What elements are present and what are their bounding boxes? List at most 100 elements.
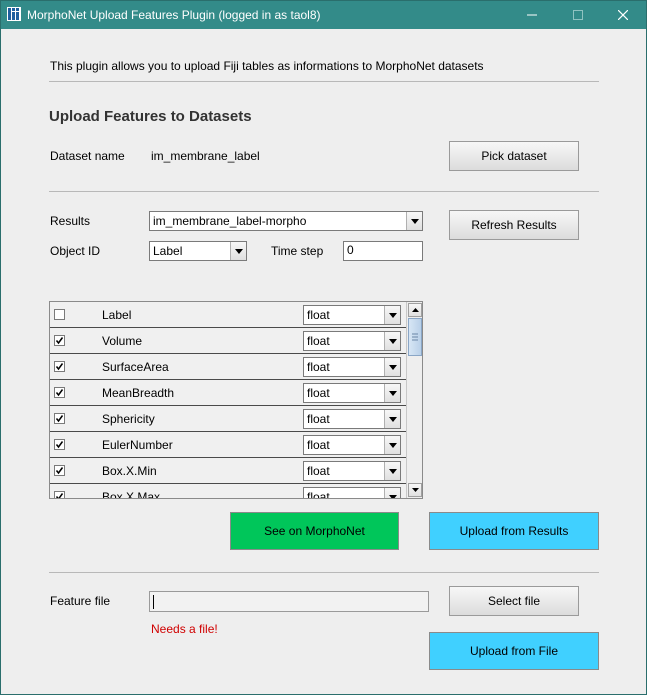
chevron-down-icon[interactable] — [384, 358, 400, 376]
feature-type-value: float — [307, 334, 330, 348]
chevron-down-icon[interactable] — [384, 488, 400, 498]
feature-type-value: float — [307, 464, 330, 478]
feature-checkbox[interactable] — [54, 335, 65, 346]
dataset-name-label: Dataset name — [50, 149, 125, 163]
feature-name: MeanBreadth — [102, 386, 175, 400]
upload-from-file-button[interactable]: Upload from File — [429, 632, 599, 670]
separator — [49, 81, 599, 82]
feature-type-value: float — [307, 412, 330, 426]
feature-checkbox[interactable] — [54, 387, 65, 398]
chevron-down-icon[interactable] — [384, 332, 400, 350]
chevron-down-icon[interactable] — [384, 462, 400, 480]
feature-type-dropdown[interactable]: float — [303, 487, 401, 498]
chevron-down-icon[interactable] — [230, 242, 246, 260]
results-selected-value: im_membrane_label-morpho — [153, 214, 307, 228]
time-step-input[interactable]: 0 — [343, 241, 423, 261]
separator — [49, 191, 599, 192]
chevron-down-icon[interactable] — [406, 212, 422, 230]
feature-file-input[interactable] — [149, 591, 429, 612]
file-error-message: Needs a file! — [151, 622, 218, 636]
feature-type-dropdown[interactable]: float — [303, 305, 401, 325]
section-title: Upload Features to Datasets — [49, 108, 252, 125]
table-row: Sphericity float — [50, 406, 406, 432]
checkmark-icon — [55, 389, 64, 397]
chevron-down-icon[interactable] — [384, 306, 400, 324]
feature-checkbox[interactable] — [54, 465, 65, 476]
minimize-icon — [527, 14, 537, 16]
minimize-button[interactable] — [509, 1, 555, 29]
feature-file-label: Feature file — [50, 594, 111, 608]
feature-type-dropdown[interactable]: float — [303, 383, 401, 403]
results-label: Results — [50, 214, 91, 228]
intro-text: This plugin allows you to upload Fiji ta… — [50, 59, 484, 73]
see-on-morphonet-button[interactable]: See on MorphoNet — [230, 512, 399, 550]
maximize-icon — [573, 10, 583, 20]
feature-type-dropdown[interactable]: float — [303, 331, 401, 351]
feature-type-value: float — [307, 490, 330, 498]
features-table-scrollbar[interactable] — [406, 302, 422, 498]
feature-checkbox[interactable] — [54, 309, 65, 320]
time-step-label: Time step — [271, 244, 324, 258]
table-row: EulerNumber float — [50, 432, 406, 458]
table-row: Label float — [50, 302, 406, 328]
table-row: Box.X.Max float — [50, 484, 406, 498]
arrow-up-icon — [411, 308, 419, 312]
scroll-thumb[interactable] — [408, 318, 422, 356]
feature-checkbox[interactable] — [54, 361, 65, 372]
feature-type-dropdown[interactable]: float — [303, 461, 401, 481]
feature-type-value: float — [307, 308, 330, 322]
feature-type-dropdown[interactable]: float — [303, 435, 401, 455]
feature-type-dropdown[interactable]: float — [303, 409, 401, 429]
feature-type-value: float — [307, 360, 330, 374]
select-file-button[interactable]: Select file — [449, 586, 579, 616]
feature-name: Label — [102, 308, 132, 322]
text-caret — [153, 595, 154, 609]
feature-name: Box.X.Min — [102, 464, 157, 478]
scroll-up-button[interactable] — [408, 303, 422, 317]
checkmark-icon — [55, 363, 64, 371]
pick-dataset-button[interactable]: Pick dataset — [449, 141, 579, 171]
chevron-down-icon[interactable] — [384, 410, 400, 428]
upload-from-results-button[interactable]: Upload from Results — [429, 512, 599, 550]
fiji-icon — [7, 7, 21, 21]
feature-checkbox[interactable] — [54, 491, 65, 498]
checkmark-icon — [55, 415, 64, 423]
object-id-dropdown[interactable]: Label — [149, 241, 247, 261]
chevron-down-icon[interactable] — [384, 384, 400, 402]
feature-name: Volume — [102, 334, 143, 348]
feature-type-value: float — [307, 386, 330, 400]
separator — [49, 572, 599, 573]
feature-type-value: float — [307, 438, 330, 452]
chevron-down-icon[interactable] — [384, 436, 400, 454]
feature-name: Box.X.Max — [102, 490, 161, 498]
close-button[interactable] — [600, 1, 646, 29]
checkmark-icon — [55, 493, 64, 498]
table-row: MeanBreadth float — [50, 380, 406, 406]
dataset-name-value: im_membrane_label — [151, 149, 260, 163]
table-row: Box.X.Min float — [50, 458, 406, 484]
table-row: Volume float — [50, 328, 406, 354]
feature-name: Sphericity — [102, 412, 155, 426]
title-bar[interactable]: MorphoNet Upload Features Plugin (logged… — [1, 1, 646, 29]
feature-checkbox[interactable] — [54, 439, 65, 450]
feature-type-dropdown[interactable]: float — [303, 357, 401, 377]
checkmark-icon — [55, 467, 64, 475]
results-dropdown[interactable]: im_membrane_label-morpho — [149, 211, 423, 231]
refresh-results-button[interactable]: Refresh Results — [449, 210, 579, 240]
maximize-button[interactable] — [555, 1, 601, 29]
object-id-label: Object ID — [50, 244, 101, 258]
checkmark-icon — [55, 441, 64, 449]
feature-checkbox[interactable] — [54, 413, 65, 424]
checkmark-icon — [55, 337, 64, 345]
feature-name: EulerNumber — [102, 438, 173, 452]
close-icon — [618, 10, 628, 20]
window-title: MorphoNet Upload Features Plugin (logged… — [27, 8, 321, 22]
object-id-selected-value: Label — [153, 244, 183, 258]
arrow-down-icon — [411, 488, 419, 492]
feature-name: SurfaceArea — [102, 360, 169, 374]
table-row: SurfaceArea float — [50, 354, 406, 380]
features-table: Label float Volume float SurfaceArea float Mea… — [49, 301, 423, 499]
scroll-down-button[interactable] — [408, 483, 422, 497]
features-table-rows: Label float Volume float SurfaceArea float Mea… — [50, 302, 406, 498]
plugin-window: MorphoNet Upload Features Plugin (logged… — [0, 0, 647, 695]
